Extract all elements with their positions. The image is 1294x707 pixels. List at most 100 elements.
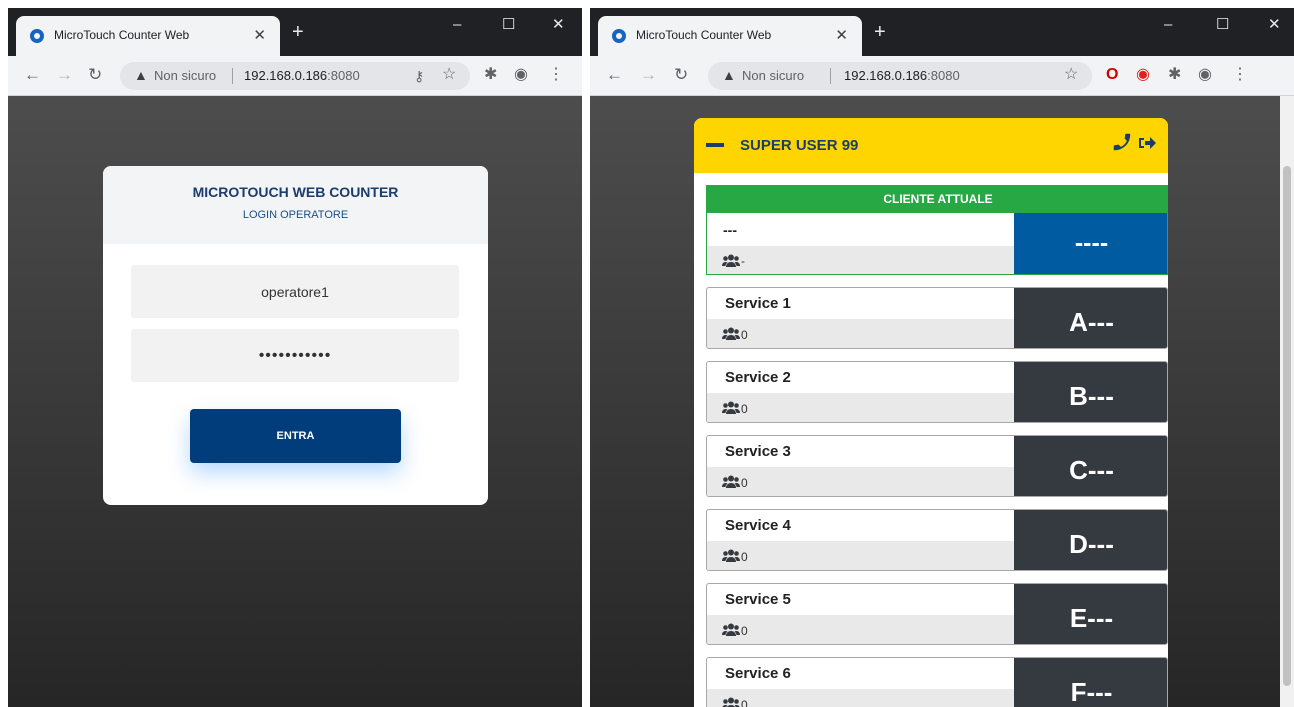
menu-icon[interactable]: ⋮ (1232, 65, 1248, 85)
profile-icon[interactable]: ◉ (514, 65, 528, 85)
service-queue-row: 0 (707, 393, 1014, 422)
password-field[interactable] (131, 329, 459, 382)
security-label: Non sicuro (154, 68, 217, 83)
users-icon (722, 623, 740, 641)
forward-icon[interactable]: → (640, 65, 657, 85)
service-ticket-button[interactable]: B--- (1014, 362, 1167, 422)
scrollbar[interactable] (1280, 96, 1294, 707)
service-name: Service 1 (725, 295, 791, 312)
service-row[interactable]: Service 2 0 B--- (706, 361, 1168, 423)
current-count-row: - (707, 246, 1014, 274)
page-viewport: SUPER USER 99 CLIENTE ATTUALE --- - ---- (590, 96, 1294, 707)
url-text: 192.168.0.186:8080 (844, 68, 960, 83)
browser-toolbar: ← → ↻ ▲ Non sicuro 192.168.0.186:8080 ☆ … (590, 56, 1294, 96)
service-row[interactable]: Service 3 0 C--- (706, 435, 1168, 497)
service-queue-row: 0 (707, 689, 1014, 707)
collapse-icon[interactable] (706, 143, 724, 147)
login-subtitle: LOGIN OPERATORE (242, 209, 349, 221)
phone-icon[interactable] (1111, 131, 1133, 158)
address-bar[interactable]: ▲ Non sicuro 192.168.0.186:8080 ⚷ ☆ (120, 62, 470, 90)
close-window-icon[interactable]: ✕ (552, 17, 565, 33)
tab-strip: MicroTouch Counter Web ✕ + – ☐ ✕ (8, 8, 582, 56)
address-divider (830, 68, 831, 84)
address-bar[interactable]: ▲ Non sicuro 192.168.0.186:8080 ☆ (708, 62, 1092, 90)
service-name: Service 3 (725, 443, 791, 460)
service-ticket-button[interactable]: F--- (1014, 658, 1167, 707)
address-divider (232, 68, 233, 84)
current-customer-name: --- (723, 222, 737, 238)
users-icon (722, 327, 740, 345)
browser-tab[interactable]: MicroTouch Counter Web ✕ (16, 16, 280, 56)
users-icon (722, 401, 740, 419)
star-icon[interactable]: ☆ (1064, 65, 1078, 85)
service-name: Service 6 (725, 665, 791, 682)
tab-title: MicroTouch Counter Web (54, 28, 190, 42)
users-icon (722, 475, 740, 493)
tab-strip: MicroTouch Counter Web ✕ + – ☐ ✕ (590, 8, 1294, 56)
star-icon[interactable]: ☆ (442, 65, 456, 85)
microtouch-favicon-icon (612, 29, 626, 43)
username-field[interactable] (131, 265, 459, 318)
maximize-icon[interactable]: ☐ (1216, 17, 1229, 33)
service-name: Service 4 (725, 517, 791, 534)
close-window-icon[interactable]: ✕ (1268, 17, 1281, 33)
back-icon[interactable]: ← (606, 65, 623, 85)
reload-icon[interactable]: ↻ (674, 65, 688, 85)
tab-title: MicroTouch Counter Web (636, 28, 772, 42)
operator-name: SUPER USER 99 (740, 137, 859, 154)
warning-icon: ▲ (722, 67, 736, 83)
current-ticket-button[interactable]: ---- (1014, 213, 1167, 274)
operator-panel: SUPER USER 99 CLIENTE ATTUALE --- - ---- (694, 118, 1168, 707)
queue-count: 0 (741, 402, 748, 416)
queue-count: 0 (741, 476, 748, 490)
service-queue-row: 0 (707, 467, 1014, 496)
new-tab-icon[interactable]: + (874, 22, 886, 42)
minimize-icon[interactable]: – (1164, 17, 1172, 33)
browser-toolbar: ← → ↻ ▲ Non sicuro 192.168.0.186:8080 ⚷ … (8, 56, 582, 96)
extensions-icon[interactable]: ✱ (484, 65, 497, 85)
back-icon[interactable]: ← (24, 65, 41, 85)
service-queue-row: 0 (707, 319, 1014, 348)
warning-icon: ▲ (134, 67, 148, 83)
service-ticket-button[interactable]: E--- (1014, 584, 1167, 644)
key-icon[interactable]: ⚷ (414, 66, 424, 86)
maximize-icon[interactable]: ☐ (502, 17, 515, 33)
service-ticket-button[interactable]: C--- (1014, 436, 1167, 496)
extensions-icon[interactable]: ✱ (1168, 65, 1181, 85)
queue-count: 0 (741, 624, 748, 638)
browser-window-operator: MicroTouch Counter Web ✕ + – ☐ ✕ ← → ↻ ▲… (590, 8, 1294, 707)
service-name: Service 2 (725, 369, 791, 386)
users-icon (722, 254, 740, 272)
profile-icon[interactable]: ◉ (1198, 65, 1212, 85)
current-count: - (741, 254, 745, 268)
security-label: Non sicuro (742, 68, 805, 83)
service-ticket-button[interactable]: D--- (1014, 510, 1167, 570)
login-button[interactable]: ENTRA (190, 409, 401, 463)
close-tab-icon[interactable]: ✕ (253, 26, 266, 44)
service-row[interactable]: Service 4 0 D--- (706, 509, 1168, 571)
record-icon[interactable]: ◉ (1136, 65, 1150, 85)
page-viewport: MICROTOUCH WEB COUNTER LOGIN OPERATORE E… (8, 96, 582, 707)
service-row[interactable]: Service 6 0 F--- (706, 657, 1168, 707)
scrollbar-thumb[interactable] (1283, 166, 1291, 686)
browser-window-login: MicroTouch Counter Web ✕ + – ☐ ✕ ← → ↻ ▲… (8, 8, 582, 707)
service-name: Service 5 (725, 591, 791, 608)
logout-icon[interactable] (1138, 135, 1156, 156)
service-row[interactable]: Service 5 0 E--- (706, 583, 1168, 645)
service-queue-row: 0 (707, 615, 1014, 644)
new-tab-icon[interactable]: + (292, 22, 304, 42)
queue-count: 0 (741, 328, 748, 342)
minimize-icon[interactable]: – (453, 17, 461, 33)
browser-tab[interactable]: MicroTouch Counter Web ✕ (598, 16, 862, 56)
url-text: 192.168.0.186:8080 (244, 68, 360, 83)
menu-icon[interactable]: ⋮ (548, 65, 564, 85)
users-icon (722, 697, 740, 707)
reload-icon[interactable]: ↻ (88, 65, 102, 85)
users-icon (722, 549, 740, 567)
service-ticket-button[interactable]: A--- (1014, 288, 1167, 348)
opera-icon[interactable]: O (1106, 65, 1118, 85)
forward-icon[interactable]: → (56, 65, 73, 85)
operator-header: SUPER USER 99 (694, 118, 1168, 173)
close-tab-icon[interactable]: ✕ (835, 26, 848, 44)
service-row[interactable]: Service 1 0 A--- (706, 287, 1168, 349)
